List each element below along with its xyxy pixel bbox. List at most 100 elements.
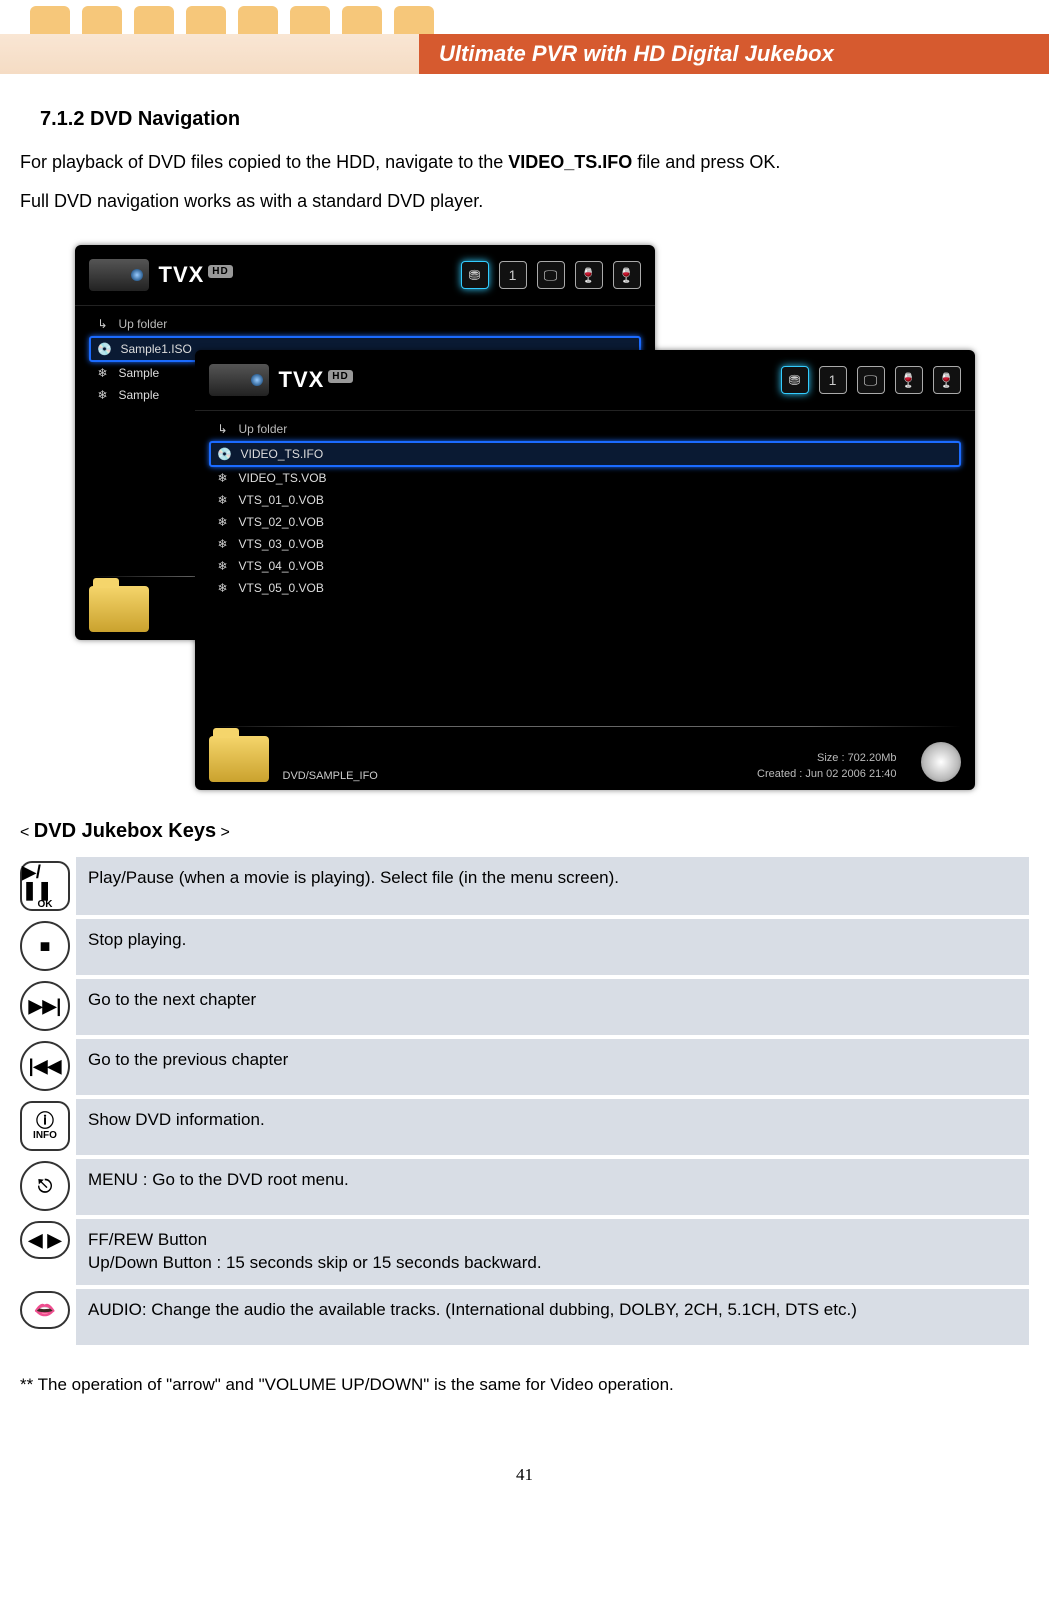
para1-a: For playback of DVD files copied to the … [20,152,508,172]
tab-stub [186,6,226,34]
up-folder-row[interactable]: ↳ Up folder [209,417,961,441]
sub: OK [38,899,53,910]
tab-stub [82,6,122,34]
key-row: ■ Stop playing. [20,917,1029,977]
sub: INFO [33,1130,57,1141]
gear-icon: ❄ [215,492,231,508]
key-row: |◀◀ Go to the previous chapter [20,1037,1029,1097]
menu-button-icon: ⎋ [20,1161,70,1211]
folder-icon [209,736,269,782]
file-row[interactable]: ❄VIDEO_TS.VOB [209,467,961,489]
glyph: ⓘ [36,1112,54,1130]
wine-icon: 🍷 [933,366,961,394]
glyph: ▶▶| [29,997,62,1015]
section-heading: 7.1.2 DVD Navigation [40,108,1029,131]
tab-stub [342,6,382,34]
gear-icon: ❄ [215,514,231,530]
stop-button-icon: ■ [20,921,70,971]
tab-stub [238,6,278,34]
file-name: VTS_04_0.VOB [239,559,324,573]
wine-icon: 🍷 [895,366,923,394]
key-row: ⓘINFO Show DVD information. [20,1097,1029,1157]
header-title: Ultimate PVR with HD Digital Jukebox [419,34,1049,74]
disc-icon [921,742,961,782]
brand-logo: TVXHD [159,262,233,288]
glyph: 👄 [34,1301,56,1319]
gear-icon: ❄ [95,365,111,381]
key-row: ▶▶| Go to the next chapter [20,977,1029,1037]
tab-stub [134,6,174,34]
next-chapter-button-icon: ▶▶| [20,981,70,1031]
para1-b: file and press OK. [632,152,780,172]
key-row: 👄 AUDIO: Change the audio the available … [20,1287,1029,1347]
file-name: VTS_02_0.VOB [239,515,324,529]
glyph: ◀ ▶ [29,1231,62,1249]
disc-icon: 💿 [217,446,233,462]
num-1-icon: 1 [499,261,527,289]
brand-text: TVX [159,262,205,287]
key-desc: Show DVD information. [76,1097,1029,1157]
brand-hd-badge: HD [208,265,232,278]
disc-icon: 💿 [97,341,113,357]
wine-icon: 🍷 [575,261,603,289]
key-desc: Go to the previous chapter [76,1037,1029,1097]
keys-heading-text: DVD Jukebox Keys [34,820,216,842]
monitor-icon: 🖵 [537,261,565,289]
brand-hd-badge: HD [328,370,352,383]
gear-icon: ❄ [215,470,231,486]
file-row[interactable]: ❄VTS_03_0.VOB [209,533,961,555]
dvd-navigation-figure: TVXHD ⛃ 1 🖵 🍷 🍷 ↳Up folder 💿Sample1.ISO … [75,245,975,790]
current-path: DVD/SAMPLE_IFO [283,770,378,782]
fb-list: ↳ Up folder 💿 VIDEO_TS.IFO ❄VIDEO_TS.VOB ❄… [195,411,975,605]
file-row[interactable]: ❄ VTS_05_0.VOB [209,577,961,599]
key-desc: Go to the next chapter [76,977,1029,1037]
keys-heading: < DVD Jukebox Keys > [20,820,1029,843]
file-row-selected[interactable]: 💿 VIDEO_TS.IFO [209,441,961,467]
wine-icon: 🍷 [613,261,641,289]
audio-button-icon: 👄 [20,1291,70,1329]
fb-topbar: TVXHD ⛃ 1 🖵 🍷 🍷 [75,245,655,306]
file-name: VTS_03_0.VOB [239,537,324,551]
play-pause-ok-button-icon: ▶/❚❚OK [20,861,70,911]
left-right-button-icon: ◀ ▶ [20,1221,70,1259]
glyph: |◀◀ [29,1057,62,1075]
file-name: VTS_01_0.VOB [239,493,324,507]
up-label: Up folder [119,317,168,331]
up-folder-row[interactable]: ↳ Up folder [89,312,641,336]
file-row[interactable]: ❄ VTS_04_0.VOB [209,555,961,577]
gear-icon: ❄ [215,580,231,596]
fb-bottom-bar: DVD/SAMPLE_IFO Size : 702.20Mb Created :… [209,726,961,782]
file-row[interactable]: ❄ VTS_02_0.VOB [209,511,961,533]
tab-stub [30,6,70,34]
up-label: Up folder [239,422,288,436]
file-name: Sample1.ISO [121,342,192,356]
hdd-icon [89,259,149,291]
paragraph-1: For playback of DVD files copied to the … [20,149,1029,176]
file-name: VTS_05_0.VOB [239,581,324,595]
key-desc: FF/REW Button Up/Down Button : 15 second… [76,1217,1029,1287]
glyph: ■ [40,937,51,955]
num-1-icon: 1 [819,366,847,394]
brand-text: TVX [279,367,325,392]
file-row[interactable]: ❄ VTS_01_0.VOB [209,489,961,511]
tab-stub [394,6,434,34]
gear-icon: ❄ [215,558,231,574]
file-name: VIDEO_TS.IFO [241,447,324,461]
key-row: ◀ ▶ FF/REW Button Up/Down Button : 15 se… [20,1217,1029,1287]
key-desc: MENU : Go to the DVD root menu. [76,1157,1029,1217]
brand-logo: TVXHD [279,367,353,393]
key-desc: AUDIO: Change the audio the available tr… [76,1287,1029,1347]
topbar-icons: ⛃ 1 🖵 🍷 🍷 [781,366,961,394]
page-number: 41 [0,1465,1049,1485]
up-arrow-icon: ↳ [215,421,231,437]
key-desc: Stop playing. [76,917,1029,977]
tab-stub [290,6,330,34]
fb-topbar: TVXHD ⛃ 1 🖵 🍷 🍷 [195,350,975,411]
glyph: ⎋ [38,1177,52,1195]
file-name: Sample [119,388,160,402]
top-tab-strip [0,0,1049,34]
up-arrow-icon: ↳ [95,316,111,332]
hdd-indicator-icon: ⛃ [461,261,489,289]
key-row: ⎋ MENU : Go to the DVD root menu. [20,1157,1029,1217]
glyph: ▶/❚❚ [22,863,68,899]
